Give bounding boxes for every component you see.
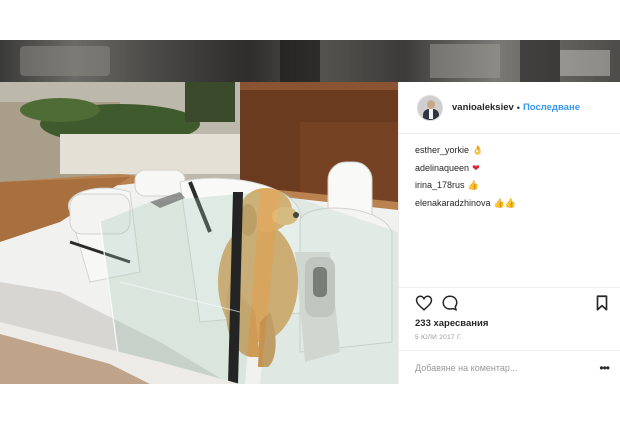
comment-item: adelinaqueen ❤: [415, 160, 615, 178]
comment-username[interactable]: adelinaqueen: [415, 163, 469, 173]
ok-hand-emoji-icon: 👌: [472, 146, 484, 156]
post-actions: [415, 294, 611, 314]
post-modal: vanioaleksiev • Последване esther_yorkie…: [0, 82, 620, 384]
add-comment-bar: •••: [399, 350, 620, 384]
dog-in-convertible-illustration: [0, 82, 398, 384]
more-options-icon[interactable]: •••: [599, 362, 610, 374]
comment-username[interactable]: irina_178rus: [415, 180, 465, 190]
comment-item: irina_178rus 👍: [415, 177, 615, 195]
background-shape: [520, 40, 560, 82]
avatar-head: [427, 99, 435, 109]
likes-count[interactable]: 233 харесвания: [415, 318, 488, 329]
comment-list: esther_yorkie 👌 adelinaqueen ❤ irina_178ru…: [415, 142, 615, 212]
avatar-shirt: [429, 108, 433, 119]
comment-username[interactable]: esther_yorkie: [415, 145, 469, 155]
comment-item: esther_yorkie 👌: [415, 142, 615, 160]
author-avatar[interactable]: [417, 94, 443, 121]
follow-button[interactable]: Последване: [523, 102, 580, 113]
post-header: vanioaleksiev • Последване: [399, 82, 620, 134]
background-shape: [560, 50, 610, 76]
thumbs-up-emoji-icon: 👍👍: [493, 198, 516, 209]
background-feed-strip: [0, 40, 620, 82]
background-shape: [430, 44, 500, 78]
comment-item: elenakaradzhinova 👍👍: [415, 195, 615, 213]
bookmark-icon[interactable]: [593, 294, 611, 312]
actions-divider: [399, 287, 620, 288]
background-shape: [280, 40, 320, 82]
thumbs-up-emoji-icon: 👍: [467, 181, 479, 191]
header-separator: •: [516, 102, 520, 113]
comment-bubble-icon[interactable]: [441, 294, 459, 312]
heart-icon[interactable]: [415, 294, 433, 312]
comment-input[interactable]: [415, 362, 600, 373]
author-username[interactable]: vanioaleksiev: [452, 102, 514, 113]
post-side-panel: vanioaleksiev • Последване esther_yorkie…: [398, 82, 620, 384]
background-shape: [20, 46, 110, 76]
comment-username[interactable]: elenakaradzhinova: [415, 198, 491, 208]
red-heart-emoji-icon: ❤: [472, 163, 480, 174]
post-photo[interactable]: [0, 82, 398, 384]
post-date: 5 ЮЛИ 2017 Г.: [415, 334, 463, 341]
